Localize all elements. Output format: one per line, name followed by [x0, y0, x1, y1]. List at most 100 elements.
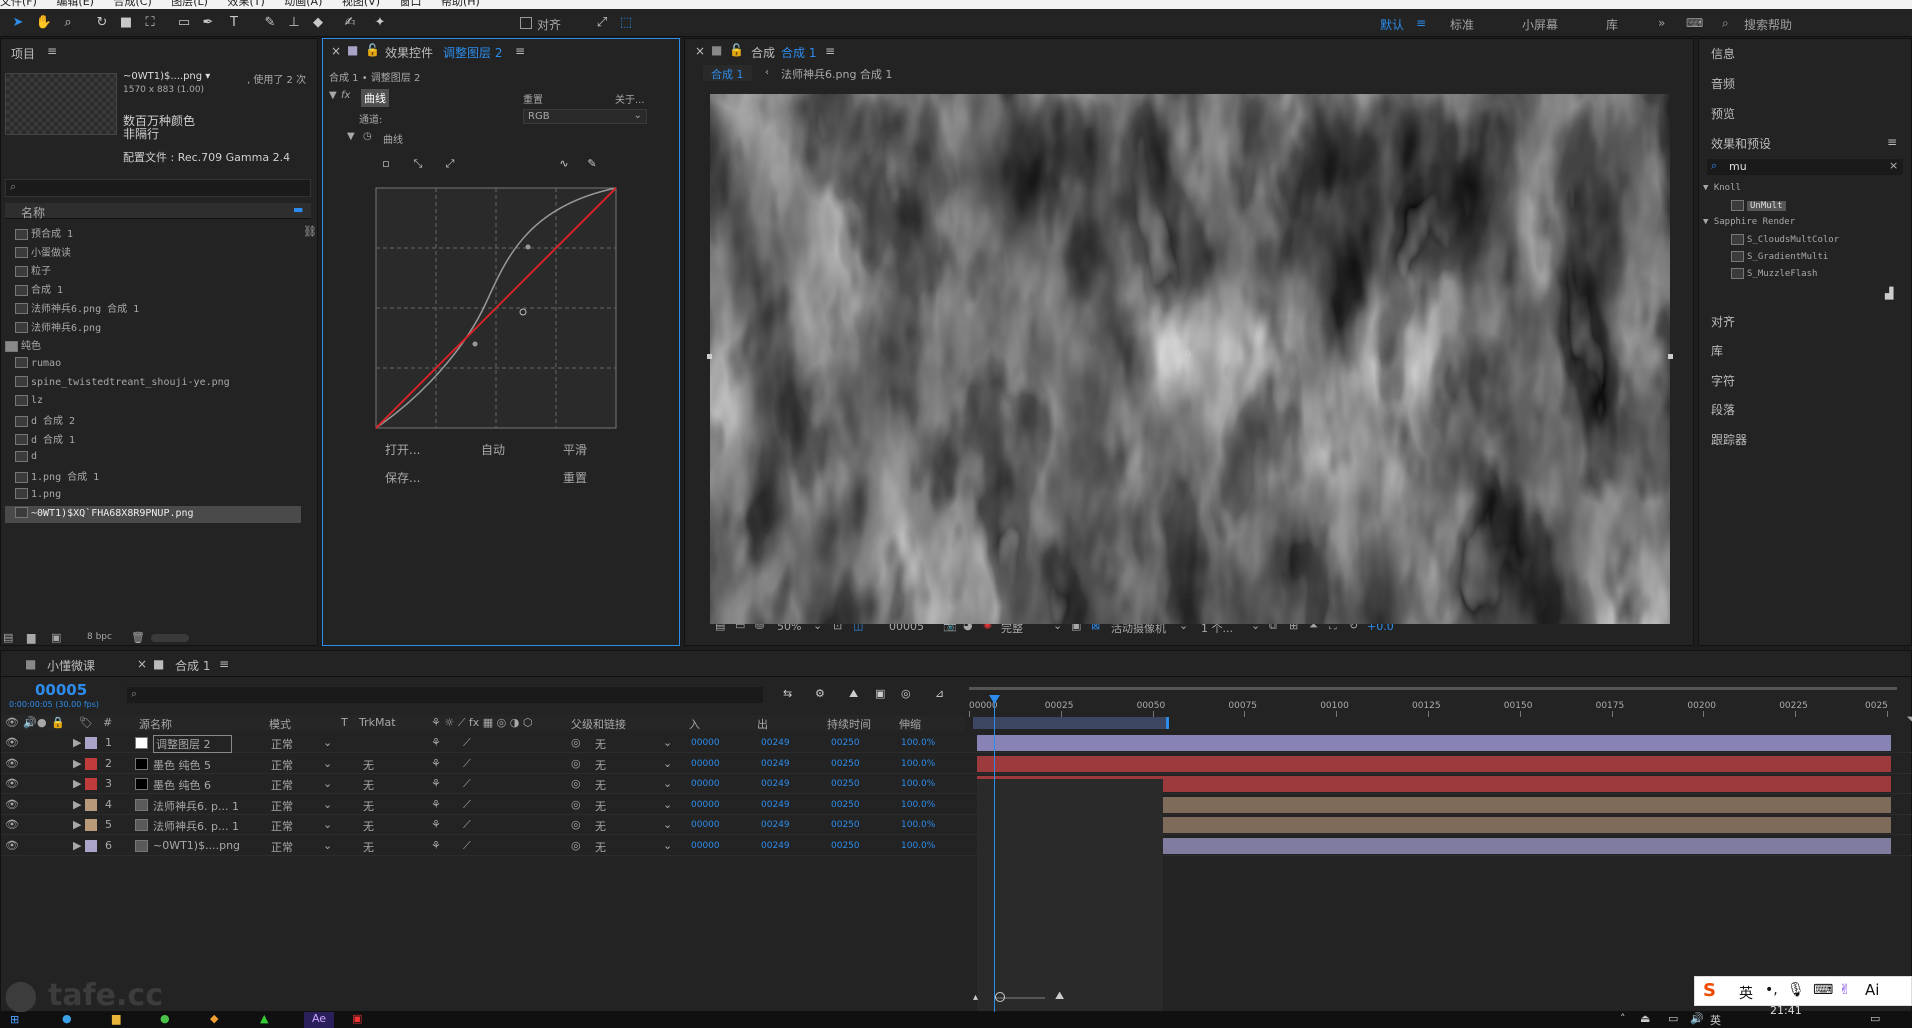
- parent-select[interactable]: 无: [595, 736, 606, 752]
- bit-depth-toggle[interactable]: 8 bpc: [87, 632, 112, 642]
- expand-twirl-icon[interactable]: ▶: [73, 736, 81, 749]
- workspace-small-screen[interactable]: 小屏幕: [1522, 16, 1558, 33]
- menu-animation[interactable]: 动画(A): [284, 0, 322, 8]
- image-viewer-icon[interactable]: ▣: [352, 1012, 362, 1025]
- project-item[interactable]: spine_twistedtreant_shouji-ye.png: [5, 375, 301, 392]
- work-area-bar[interactable]: [973, 717, 1169, 729]
- stretch-value[interactable]: 100.0%: [901, 841, 935, 851]
- mode-header[interactable]: 模式: [269, 716, 291, 732]
- effect-unmult[interactable]: UnMult: [1731, 200, 1786, 211]
- stopwatch-icon[interactable]: ◷: [363, 131, 372, 142]
- parent-select[interactable]: 无: [595, 798, 606, 814]
- roto-brush-tool-icon[interactable]: ✍: [340, 13, 360, 33]
- track-matte-select[interactable]: 无: [363, 839, 374, 855]
- stretch-header[interactable]: 伸缩: [899, 716, 921, 732]
- smooth-button[interactable]: 平滑: [563, 441, 587, 458]
- anchor-point-icon[interactable]: ⊕: [1180, 347, 1192, 363]
- layer-row[interactable]: 👁 ▶ 2 墨色 纯色 5 正常 ⌄ 无 ⚘ ⟋ ◎ 无 ⌄ 00000 00249 00250 100.0%: [1, 754, 1912, 774]
- curves-graph[interactable]: [375, 187, 617, 429]
- project-item[interactable]: d 合成 2: [5, 412, 301, 429]
- switches-header[interactable]: ⚘ ☼ ⟋ fx ▦ ◎ ◑ ⬡: [431, 716, 532, 730]
- bezier-curve-icon[interactable]: ∿: [553, 157, 575, 175]
- menu-effect[interactable]: 效果(T): [227, 0, 264, 8]
- expand-twirl-icon[interactable]: ▶: [73, 798, 81, 811]
- chevron-down-icon[interactable]: ⌄: [663, 798, 672, 811]
- visibility-eye-icon[interactable]: 👁: [5, 777, 19, 790]
- lock-icon[interactable]: 🔓: [365, 43, 380, 57]
- shrink-graph-icon[interactable]: ⤡: [407, 157, 429, 175]
- notifications-icon[interactable]: ▭: [1870, 1012, 1880, 1025]
- effect-s-cloudsmultcolor[interactable]: S_CloudsMultColor: [1731, 234, 1839, 245]
- sogou-logo-icon[interactable]: S: [1703, 980, 1716, 1001]
- duration-value[interactable]: 00250: [831, 841, 860, 851]
- motion-blur-icon[interactable]: ◎: [901, 687, 911, 700]
- channel-select[interactable]: RGB ⌄: [523, 109, 647, 124]
- layer-search-input[interactable]: ⌕: [127, 687, 763, 703]
- out-point-header[interactable]: 出: [757, 716, 768, 732]
- blend-mode-select[interactable]: 正常: [271, 736, 293, 752]
- lock-header-icon[interactable]: 🔒: [51, 716, 65, 729]
- workspace-menu-icon[interactable]: ≡: [1416, 16, 1426, 30]
- panel-menu-icon[interactable]: ≡: [1887, 135, 1897, 149]
- layer-name[interactable]: 墨色 纯色 6: [153, 777, 211, 793]
- parent-pickwhip-icon[interactable]: ◎: [571, 798, 581, 811]
- layer-name[interactable]: ~0WT1)$....png: [153, 839, 240, 852]
- project-item[interactable]: d: [5, 449, 301, 466]
- chevron-down-icon[interactable]: ⌄: [323, 839, 332, 852]
- track-matte-select[interactable]: 无: [363, 818, 374, 834]
- effect-controls-layer[interactable]: 调整图层 2: [443, 44, 502, 61]
- shy-switch-icon[interactable]: ⚘: [431, 777, 441, 790]
- chevron-down-icon[interactable]: ⌄: [663, 736, 672, 749]
- in-point-header[interactable]: 入: [689, 716, 700, 732]
- align-checkbox[interactable]: [520, 17, 532, 29]
- panel-menu-icon[interactable]: ≡: [47, 44, 57, 58]
- layer-name[interactable]: 调整图层 2: [153, 735, 232, 753]
- microphone-icon[interactable]: 🎙: [1787, 982, 1805, 998]
- new-bin-icon[interactable]: ▟: [1885, 287, 1893, 300]
- out-point-value[interactable]: 00249: [761, 779, 790, 789]
- parent-pickwhip-icon[interactable]: ◎: [571, 818, 581, 831]
- label-color-swatch[interactable]: [85, 798, 97, 811]
- keyboard-shortcuts-icon[interactable]: ⌨: [1686, 16, 1703, 30]
- blend-mode-select[interactable]: 正常: [271, 818, 293, 834]
- track-matte-select[interactable]: 无: [363, 798, 374, 814]
- layer-handle-right[interactable]: [1668, 354, 1673, 359]
- parent-select[interactable]: 无: [595, 757, 606, 773]
- ai-assistant[interactable]: Ai: [1865, 981, 1879, 999]
- layer-name[interactable]: 墨色 纯色 5: [153, 757, 211, 773]
- layer-row[interactable]: 👁 ▶ 3 墨色 纯色 6 正常 ⌄ 无 ⚘ ⟋ ◎ 无 ⌄ 00000 00249 00250 100.0%: [1, 774, 1912, 794]
- close-tab-icon[interactable]: ×: [137, 657, 147, 671]
- project-item[interactable]: rumao: [5, 356, 301, 373]
- parent-select[interactable]: 无: [595, 777, 606, 793]
- duration-value[interactable]: 00250: [831, 779, 860, 789]
- panel-menu-icon[interactable]: ≡: [219, 657, 229, 671]
- auto-button[interactable]: 自动: [481, 441, 505, 458]
- lock-icon[interactable]: 🔓: [729, 43, 744, 57]
- project-item[interactable]: 合成 1: [5, 281, 301, 298]
- chevron-down-icon[interactable]: ⌄: [323, 798, 332, 811]
- visibility-eye-icon[interactable]: 👁: [5, 839, 19, 852]
- comp-marker-bin-icon[interactable]: ◥: [1907, 715, 1912, 726]
- snapping-icon[interactable]: ⤢: [592, 13, 612, 33]
- effect-s-muzzleflash[interactable]: S_MuzzleFlash: [1731, 268, 1817, 279]
- curve-point-low[interactable]: [472, 341, 478, 347]
- in-point-value[interactable]: 00000: [691, 800, 720, 810]
- in-point-value[interactable]: 00000: [691, 779, 720, 789]
- windows-start-icon[interactable]: ⊞: [10, 1013, 19, 1026]
- chevron-down-icon[interactable]: ⌄: [663, 777, 672, 790]
- sort-icon[interactable]: ▬: [293, 203, 303, 216]
- flowchart-icon[interactable]: ⛓: [303, 225, 317, 238]
- menu-view[interactable]: 视图(V): [342, 0, 380, 8]
- puppet-tool-icon[interactable]: ✦: [370, 13, 390, 33]
- layer-row[interactable]: 👁 ▶ 1 调整图层 2 正常 ⌄ ⚘ ⟋ ◎ 无 ⌄ 00000 00249 00250 100.0%: [1, 733, 1912, 753]
- menu-edit[interactable]: 编辑(E): [56, 0, 94, 8]
- menu-file[interactable]: 文件(F): [0, 0, 37, 8]
- track-matte-select[interactable]: 无: [363, 757, 374, 773]
- group-knoll[interactable]: ▼ Knoll: [1703, 183, 1741, 193]
- project-item[interactable]: 1.png 合成 1: [5, 468, 301, 485]
- save-button[interactable]: 保存...: [385, 469, 420, 486]
- effects-search-input[interactable]: ⌕ mu ×: [1707, 159, 1903, 175]
- tray-ime-icon[interactable]: 英: [1710, 1012, 1721, 1028]
- zoom-slider-thumb[interactable]: [995, 992, 1005, 1002]
- expand-twirl-icon[interactable]: ▶: [73, 818, 81, 831]
